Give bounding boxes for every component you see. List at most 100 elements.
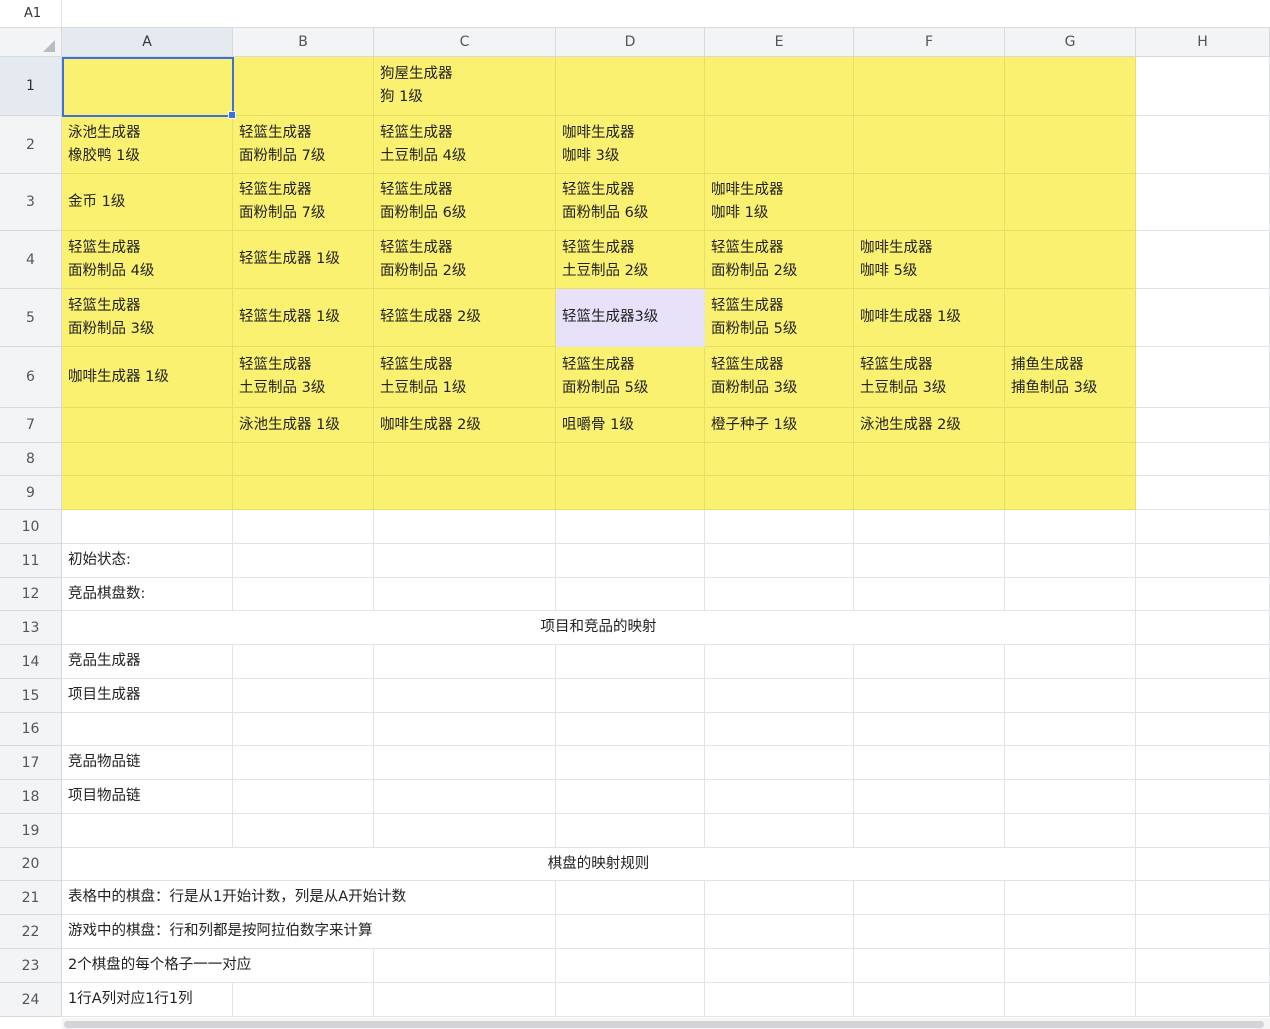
cell-e2[interactable] — [705, 116, 854, 174]
cell-g18[interactable] — [1005, 780, 1136, 814]
cell-h18[interactable] — [1136, 780, 1270, 814]
cell-e18[interactable] — [705, 780, 854, 814]
cell-g14[interactable] — [1005, 645, 1136, 679]
cell-d19[interactable] — [556, 814, 705, 848]
cell-c9[interactable] — [374, 476, 556, 510]
cell-e1[interactable] — [705, 57, 854, 116]
row-header-15[interactable]: 15 — [0, 679, 62, 713]
cell-a22[interactable]: 游戏中的棋盘：行和列都是按阿拉伯数字来计算 — [62, 915, 556, 949]
column-header-h[interactable]: H — [1136, 28, 1270, 57]
cell-b5[interactable]: 轻篮生成器 1级 — [233, 289, 374, 347]
cell-d6[interactable]: 轻篮生成器 面粉制品 5级 — [556, 347, 705, 408]
cell-f1[interactable] — [854, 57, 1005, 116]
cell-d5[interactable]: 轻篮生成器3级 — [556, 289, 705, 347]
cell-c6[interactable]: 轻篮生成器 土豆制品 1级 — [374, 347, 556, 408]
cell-h14[interactable] — [1136, 645, 1270, 679]
cell-h6[interactable] — [1136, 347, 1270, 408]
cell-f9[interactable] — [854, 476, 1005, 510]
cell-e19[interactable] — [705, 814, 854, 848]
cell-a15[interactable]: 项目生成器 — [62, 679, 233, 713]
cell-a16[interactable] — [62, 713, 233, 746]
cell-d14[interactable] — [556, 645, 705, 679]
cell-f10[interactable] — [854, 510, 1005, 544]
cell-c7[interactable]: 咖啡生成器 2级 — [374, 408, 556, 443]
cell-f12[interactable] — [854, 578, 1005, 611]
cell-b1[interactable] — [233, 57, 374, 116]
cell-d18[interactable] — [556, 780, 705, 814]
cell-a10[interactable] — [62, 510, 233, 544]
cell-a5[interactable]: 轻篮生成器 面粉制品 3级 — [62, 289, 233, 347]
cell-c4[interactable]: 轻篮生成器 面粉制品 2级 — [374, 231, 556, 289]
cell-f18[interactable] — [854, 780, 1005, 814]
cell-h13[interactable] — [1136, 611, 1270, 645]
cell-a8[interactable] — [62, 443, 233, 476]
cell-f6[interactable]: 轻篮生成器 土豆制品 3级 — [854, 347, 1005, 408]
cell-e23[interactable] — [705, 949, 854, 983]
column-header-e[interactable]: E — [705, 28, 854, 57]
cell-e21[interactable] — [705, 881, 854, 915]
cell-f17[interactable] — [854, 746, 1005, 780]
cell-a19[interactable] — [62, 814, 233, 848]
cell-a14[interactable]: 竞品生成器 — [62, 645, 233, 679]
cell-f16[interactable] — [854, 713, 1005, 746]
cell-c3[interactable]: 轻篮生成器 面粉制品 6级 — [374, 174, 556, 231]
cell-f3[interactable] — [854, 174, 1005, 231]
cell-d24[interactable] — [556, 983, 705, 1017]
cell-b15[interactable] — [233, 679, 374, 713]
cell-d10[interactable] — [556, 510, 705, 544]
cell-d8[interactable] — [556, 443, 705, 476]
cell-b18[interactable] — [233, 780, 374, 814]
cell-f5[interactable]: 咖啡生成器 1级 — [854, 289, 1005, 347]
cell-c17[interactable] — [374, 746, 556, 780]
cell-b6[interactable]: 轻篮生成器 土豆制品 3级 — [233, 347, 374, 408]
row-header-5[interactable]: 5 — [0, 289, 62, 347]
cell-h24[interactable] — [1136, 983, 1270, 1017]
cell-a13[interactable]: 项目和竞品的映射 — [62, 611, 1136, 645]
cell-a6[interactable]: 咖啡生成器 1级 — [62, 347, 233, 408]
cell-b12[interactable] — [233, 578, 374, 611]
cell-h15[interactable] — [1136, 679, 1270, 713]
cell-d11[interactable] — [556, 544, 705, 578]
row-header-22[interactable]: 22 — [0, 915, 62, 949]
cell-c1[interactable]: 狗屋生成器 狗 1级 — [374, 57, 556, 116]
cell-b8[interactable] — [233, 443, 374, 476]
cell-e11[interactable] — [705, 544, 854, 578]
cell-f23[interactable] — [854, 949, 1005, 983]
cell-e15[interactable] — [705, 679, 854, 713]
cell-c23[interactable] — [374, 949, 556, 983]
cell-g19[interactable] — [1005, 814, 1136, 848]
row-header-23[interactable]: 23 — [0, 949, 62, 983]
cell-f15[interactable] — [854, 679, 1005, 713]
cell-h21[interactable] — [1136, 881, 1270, 915]
cell-a20[interactable]: 棋盘的映射规则 — [62, 848, 1136, 881]
cell-e10[interactable] — [705, 510, 854, 544]
cell-g11[interactable] — [1005, 544, 1136, 578]
cell-g16[interactable] — [1005, 713, 1136, 746]
cell-e7[interactable]: 橙子种子 1级 — [705, 408, 854, 443]
cell-a12[interactable]: 竞品棋盘数: — [62, 578, 233, 611]
column-header-g[interactable]: G — [1005, 28, 1136, 57]
row-header-3[interactable]: 3 — [0, 174, 62, 231]
row-header-6[interactable]: 6 — [0, 347, 62, 408]
cell-h22[interactable] — [1136, 915, 1270, 949]
cell-h8[interactable] — [1136, 443, 1270, 476]
cell-h16[interactable] — [1136, 713, 1270, 746]
cell-g24[interactable] — [1005, 983, 1136, 1017]
cell-c24[interactable] — [374, 983, 556, 1017]
cell-d22[interactable] — [556, 915, 705, 949]
row-header-21[interactable]: 21 — [0, 881, 62, 915]
cell-g23[interactable] — [1005, 949, 1136, 983]
cell-e5[interactable]: 轻篮生成器 面粉制品 5级 — [705, 289, 854, 347]
cell-b10[interactable] — [233, 510, 374, 544]
cell-f8[interactable] — [854, 443, 1005, 476]
cell-h17[interactable] — [1136, 746, 1270, 780]
cell-a23[interactable]: 2个棋盘的每个格子一一对应 — [62, 949, 374, 983]
cell-h3[interactable] — [1136, 174, 1270, 231]
cell-e24[interactable] — [705, 983, 854, 1017]
row-header-14[interactable]: 14 — [0, 645, 62, 679]
select-all-corner[interactable] — [0, 28, 62, 57]
cell-d12[interactable] — [556, 578, 705, 611]
cell-g15[interactable] — [1005, 679, 1136, 713]
column-header-b[interactable]: B — [233, 28, 374, 57]
cell-a18[interactable]: 项目物品链 — [62, 780, 233, 814]
